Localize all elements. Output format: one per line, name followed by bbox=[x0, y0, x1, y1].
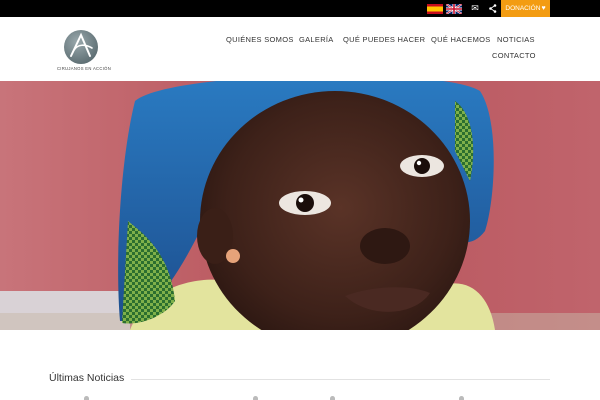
heart-icon: ♥ bbox=[541, 5, 546, 12]
logo[interactable]: CIRUJANOS EN ACCIÓN bbox=[52, 29, 116, 73]
news-card-hint bbox=[84, 396, 89, 400]
nav-item-que-puedes-hacer[interactable]: QUÉ PUEDES HACER bbox=[343, 35, 425, 44]
news-section-title: Últimas Noticias bbox=[49, 372, 125, 384]
top-bar: ✉ DONACIÓN♥ bbox=[0, 0, 600, 17]
hero-illustration bbox=[0, 81, 600, 330]
news-divider bbox=[131, 379, 550, 380]
donate-button[interactable]: DONACIÓN♥ bbox=[501, 0, 550, 17]
news-card-hint bbox=[459, 396, 464, 400]
news-cards-peek bbox=[0, 396, 600, 400]
logo-mark-icon bbox=[64, 30, 98, 64]
mail-icon[interactable]: ✉ bbox=[468, 2, 482, 15]
news-card-hint bbox=[330, 396, 335, 400]
nav-item-quienes-somos[interactable]: QUIÉNES SOMOS bbox=[226, 35, 294, 44]
nav-item-contacto[interactable]: CONTACTO bbox=[492, 51, 536, 60]
nav-item-que-hacemos[interactable]: QUÉ HACEMOS bbox=[431, 35, 491, 44]
uk-flag-icon[interactable] bbox=[446, 4, 462, 14]
share-icon[interactable] bbox=[486, 2, 500, 15]
news-card-hint bbox=[253, 396, 258, 400]
nav-item-galeria[interactable]: GALERÍA bbox=[299, 35, 334, 44]
spanish-flag-icon[interactable] bbox=[427, 4, 443, 14]
donate-label: DONACIÓN bbox=[505, 5, 541, 12]
hero-photo bbox=[0, 81, 600, 330]
logo-text: CIRUJANOS EN ACCIÓN bbox=[56, 66, 112, 71]
nav-item-noticias[interactable]: NOTICIAS bbox=[497, 35, 535, 44]
site-header: CIRUJANOS EN ACCIÓN QUIÉNES SOMOS GALERÍ… bbox=[0, 17, 600, 81]
